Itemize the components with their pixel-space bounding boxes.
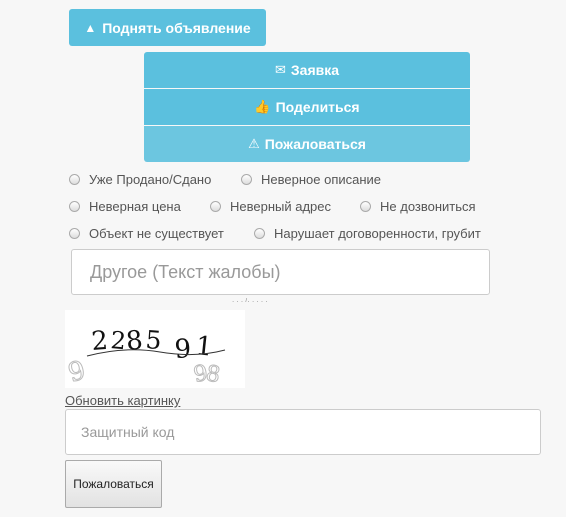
svg-text:8: 8 (204, 361, 222, 388)
chevron-up-icon: ▲ (84, 20, 97, 35)
envelope-icon: ✉ (274, 62, 286, 77)
request-button[interactable]: ✉ Заявка (144, 52, 470, 88)
reason-label: Неверная цена (89, 199, 181, 214)
reason-label: Неверное описание (261, 172, 382, 187)
radio-dot (69, 174, 80, 185)
submit-complaint-button[interactable]: Пожаловаться (65, 460, 162, 508)
raise-ad-button[interactable]: ▲ Поднять объявление (69, 9, 266, 46)
reason-wrong-price-radio[interactable]: Неверная цена (69, 199, 181, 214)
reason-breach-radio[interactable]: Нарушает договоренности, грубит (254, 226, 481, 241)
reason-label: Не дозвониться (380, 199, 476, 214)
share-label: Поделиться (275, 99, 360, 115)
action-button-group: ✉ Заявка 👍 Поделиться ⚠ Пожаловаться (144, 52, 470, 163)
reason-not-exist-radio[interactable]: Объект не существует (69, 226, 224, 241)
radio-dot (69, 201, 80, 212)
svg-text:1: 1 (194, 331, 214, 363)
request-label: Заявка (290, 62, 340, 78)
radio-dot (69, 228, 80, 239)
share-button[interactable]: 👍 Поделиться (144, 89, 470, 125)
radio-dot (210, 201, 221, 212)
refresh-captcha-link[interactable]: Обновить картинку (65, 393, 180, 408)
reason-sold-radio[interactable]: Уже Продано/Сдано (69, 172, 211, 187)
svg-text:9: 9 (174, 334, 192, 365)
complain-toggle-label: Пожаловаться (264, 136, 366, 152)
reason-wrong-description-radio[interactable]: Неверное описание (241, 172, 381, 187)
svg-text:8: 8 (125, 325, 145, 357)
warning-icon: ⚠ (248, 136, 260, 151)
radio-dot (241, 174, 252, 185)
reason-label: Объект не существует (89, 226, 224, 241)
thumbs-up-icon: 👍 (254, 99, 271, 114)
radio-dot (360, 201, 371, 212)
captcha-image: 2 2 8 5 9 1 9 9 8 (65, 310, 245, 389)
reason-label: Неверный адрес (230, 199, 332, 214)
reason-wrong-address-radio[interactable]: Неверный адрес (210, 199, 331, 214)
radio-dot (254, 228, 265, 239)
reason-label: Нарушает договоренности, грубит (274, 226, 481, 241)
reason-no-answer-radio[interactable]: Не дозвониться (360, 199, 476, 214)
reason-label: Уже Продано/Сдано (89, 172, 212, 187)
clipped-text-fragment: . . . /. . . . . (232, 298, 268, 304)
complain-toggle-button[interactable]: ⚠ Пожаловаться (144, 126, 470, 162)
captcha-graphic: 2 2 8 5 9 1 9 9 8 (65, 325, 226, 389)
complaint-text-input[interactable] (71, 249, 490, 295)
svg-text:9: 9 (65, 356, 89, 388)
raise-ad-label: Поднять объявление (102, 19, 251, 36)
security-code-input[interactable] (65, 409, 541, 455)
